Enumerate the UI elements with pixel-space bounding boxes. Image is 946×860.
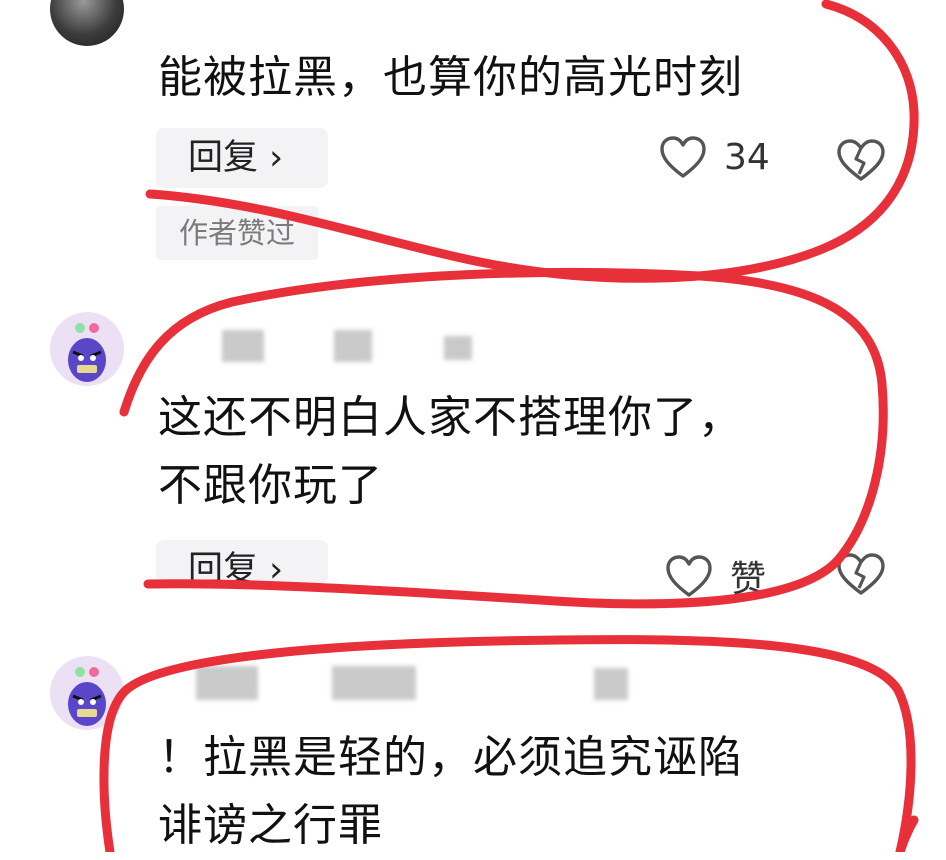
author-liked-badge: 作者赞过 [156,206,318,260]
like-button[interactable]: 34 [658,134,770,180]
username-redaction [334,330,372,362]
heart-outline-icon [660,136,706,178]
purple-creature-icon [68,667,106,726]
comment-text: 能被拉黑，也算你的高光时刻 [158,44,743,112]
broken-heart-icon[interactable] [834,136,888,184]
heart-outline-icon [666,555,712,597]
comment-line: ！拉黑是轻的，必须追究诬陷 [158,732,743,783]
reply-button[interactable]: 回复 › [156,128,328,188]
commenter-avatar[interactable] [50,656,124,730]
username-redaction [594,668,628,700]
annotation-stroke-3-tail [895,815,919,852]
username-redaction [222,330,264,362]
commenter-avatar[interactable] [50,0,124,46]
comment-line: 诽谤之行罪 [158,800,383,851]
like-label: 赞 [730,559,767,600]
username-redaction [196,666,258,700]
comment-line: 能被拉黑，也算你的高光时刻 [158,52,743,103]
comment-line: 不跟你玩了 [158,460,383,511]
username-redaction [332,666,416,700]
username-redaction [444,336,472,360]
comment-line: 这还不明白人家不搭理你了， [158,392,743,443]
comment-text: ！拉黑是轻的，必须追究诬陷 诽谤之行罪 [158,724,743,860]
purple-creature-icon [68,323,106,382]
like-count: 34 [724,136,770,178]
commenter-avatar[interactable] [50,312,124,386]
like-button[interactable]: 赞 [664,550,766,602]
broken-heart-icon[interactable] [834,550,888,598]
reply-button[interactable]: 回复 › [156,540,328,584]
comment-text: 这还不明白人家不搭理你了， 不跟你玩了 [158,384,743,520]
